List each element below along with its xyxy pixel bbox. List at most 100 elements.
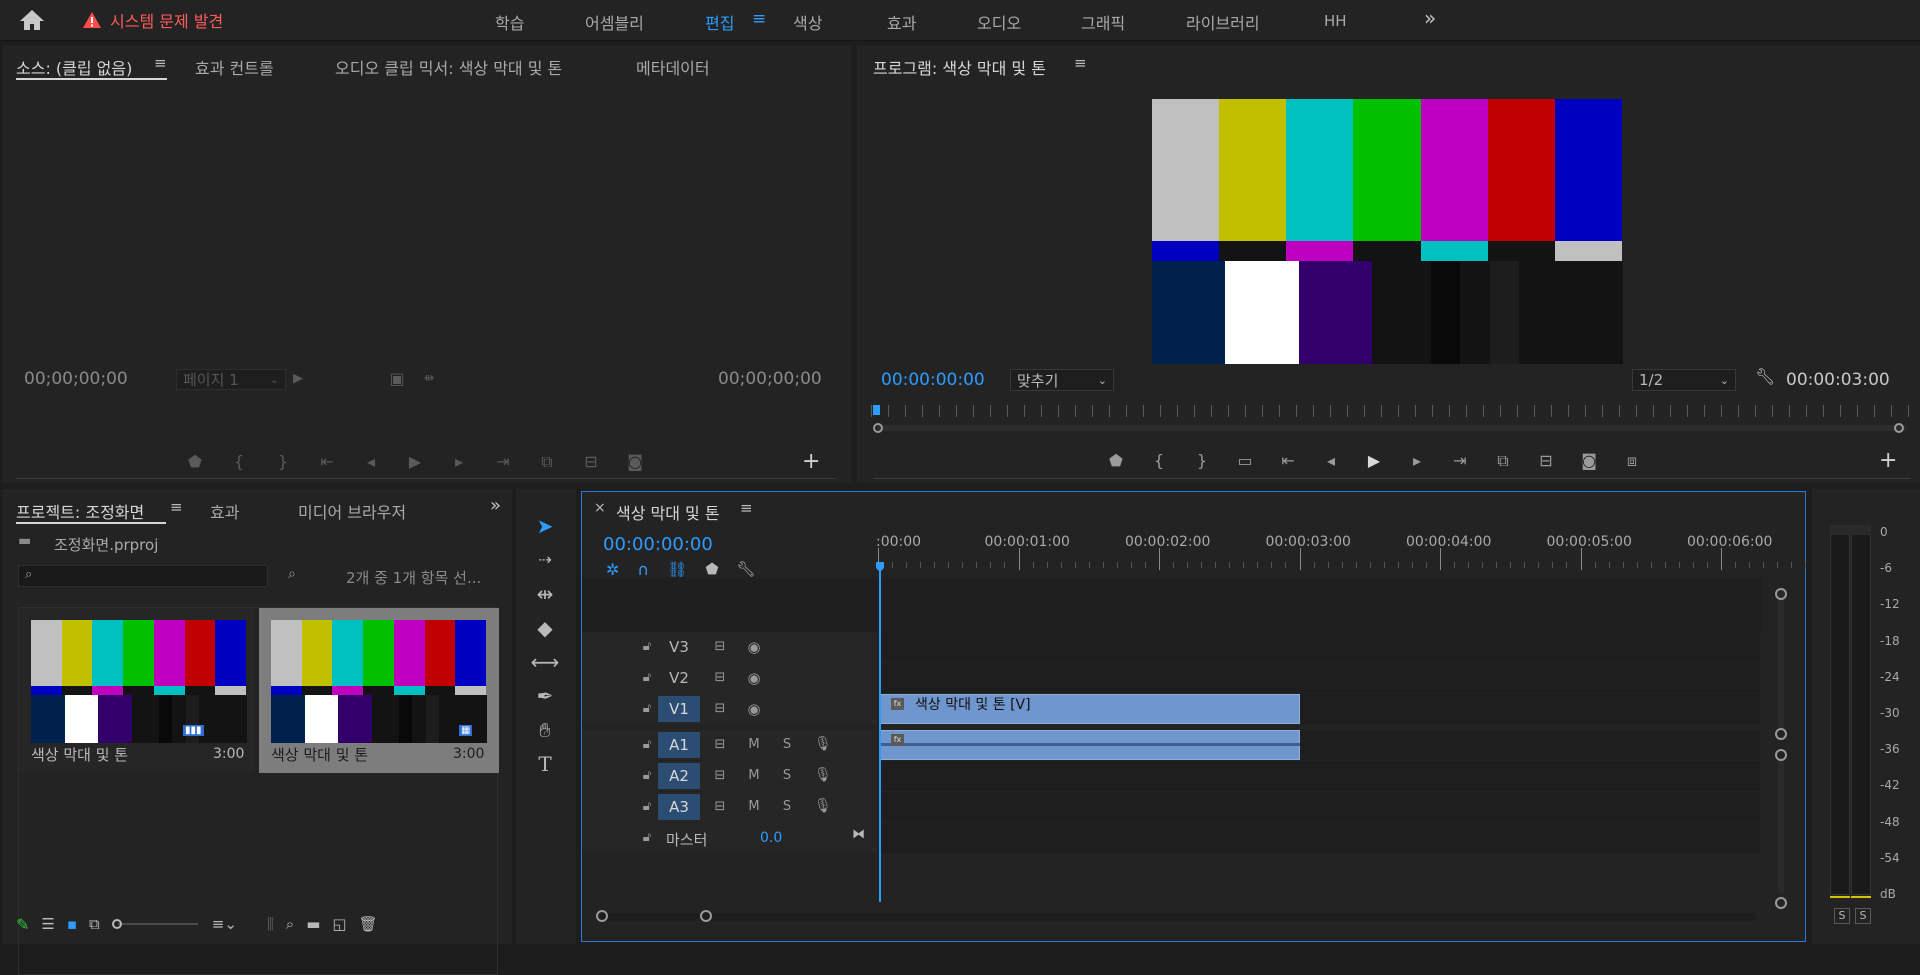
resolution-select[interactable]: 1/2 ⌄ xyxy=(1632,369,1736,391)
step-forward-icon[interactable]: ▸ xyxy=(1404,449,1430,473)
panel-menu-icon[interactable]: ≡ xyxy=(170,498,183,516)
program-zoom-bar[interactable] xyxy=(877,425,1907,431)
time-ruler[interactable]: :00:00 00:00:01:00 00:00:02:00 00:00:03:00 0… xyxy=(876,534,1863,570)
tab-effects[interactable]: 효과 xyxy=(210,499,239,523)
mark-out-icon[interactable]: } xyxy=(1189,449,1215,473)
automate-icon[interactable]: ⫼ xyxy=(267,915,274,933)
sync-lock-icon[interactable]: ⊟ xyxy=(712,799,728,814)
track-label-a2[interactable]: A2 xyxy=(658,763,700,789)
track-label-a1[interactable]: A1 xyxy=(658,732,700,758)
program-timecode-current[interactable]: 00:00:00:00 xyxy=(881,370,985,390)
workspace-tab-editing[interactable]: 편집 xyxy=(705,10,734,34)
sort-icon[interactable]: ≡⌄ xyxy=(212,915,237,933)
timeline-horizontal-scrollbar[interactable] xyxy=(600,913,1756,921)
panel-menu-icon[interactable]: ≡ xyxy=(154,54,167,72)
sync-lock-icon[interactable]: ⊟ xyxy=(712,737,728,752)
source-timecode-in[interactable]: 00;00;00;00 xyxy=(24,369,128,389)
workspace-tab-learn[interactable]: 학습 xyxy=(495,10,524,34)
mark-out-icon[interactable]: } xyxy=(270,450,296,474)
eye-icon[interactable]: ◉ xyxy=(746,700,762,718)
scroll-handle-right[interactable] xyxy=(700,910,712,922)
project-search-field[interactable]: ⌕ xyxy=(18,565,268,587)
project-item[interactable]: ▮▮▮ 색상 막대 및 톤 3:00 xyxy=(19,608,254,773)
workspace-tab-assembly[interactable]: 어셈블리 xyxy=(585,10,644,34)
export-frame-icon[interactable]: ◙ xyxy=(1576,449,1602,473)
step-back-icon[interactable]: ◂ xyxy=(1318,449,1344,473)
step-back-icon[interactable]: ◂ xyxy=(358,450,384,474)
track-lane[interactable] xyxy=(880,663,1760,693)
video-vertical-scrollbar[interactable] xyxy=(1778,590,1784,730)
icon-view-icon[interactable]: ▪ xyxy=(67,915,77,933)
workspace-tab-libraries[interactable]: 라이브러리 xyxy=(1186,10,1260,34)
lock-icon[interactable]: 🔓︎ xyxy=(640,670,654,685)
workspace-tab-hh[interactable]: HH xyxy=(1324,12,1347,30)
extract-icon[interactable]: ⊟ xyxy=(1533,449,1559,473)
source-settings-icon[interactable]: ▣ xyxy=(384,367,410,391)
workspace-menu-icon[interactable]: ≡ xyxy=(752,9,766,29)
zoom-handle-right[interactable] xyxy=(1894,423,1904,433)
new-bin-icon[interactable]: ▬ xyxy=(306,915,320,933)
add-button-icon[interactable]: + xyxy=(1879,448,1897,473)
wrench-icon[interactable]: 🔧︎ xyxy=(1755,367,1775,386)
tab-audio-clip-mixer[interactable]: 오디오 클립 믹서: 색상 막대 및 톤 xyxy=(335,55,562,79)
audio-scroll-handle-bottom[interactable] xyxy=(1775,897,1787,909)
ripple-edit-tool-icon[interactable]: ⇹ xyxy=(530,579,560,609)
sequence-tab[interactable]: 색상 막대 및 톤 xyxy=(616,500,720,524)
solo-button[interactable]: S xyxy=(779,768,795,783)
master-volume-value[interactable]: 0.0 xyxy=(760,830,782,846)
panel-overflow-icon[interactable]: » xyxy=(490,495,501,516)
track-label-v3[interactable]: V3 xyxy=(658,634,700,660)
track-label-v2[interactable]: V2 xyxy=(658,665,700,691)
thumbnail-zoom-slider[interactable] xyxy=(111,919,200,929)
lift-icon[interactable]: ⧉ xyxy=(1490,449,1516,473)
lock-icon[interactable]: 🔓︎ xyxy=(640,701,654,716)
comparison-view-icon[interactable]: ⧈ xyxy=(1619,449,1645,473)
step-forward-icon[interactable]: ▸ xyxy=(446,450,472,474)
tab-project[interactable]: 프로젝트: 조정화면 xyxy=(16,499,144,523)
sync-lock-icon[interactable]: ⊟ xyxy=(712,701,728,716)
add-button-icon[interactable]: + xyxy=(802,449,820,474)
freeform-view-icon[interactable]: ⧉ xyxy=(89,915,100,933)
scroll-handle-left[interactable] xyxy=(596,910,608,922)
lock-icon[interactable]: 🔓︎ xyxy=(640,639,654,654)
video-scroll-handle-bottom[interactable] xyxy=(1775,728,1787,740)
lock-icon[interactable]: 🔓︎ xyxy=(640,799,654,814)
insert-icon[interactable]: ⧉ xyxy=(534,450,560,474)
go-to-in-icon[interactable]: ⇤ xyxy=(314,450,340,474)
track-lane[interactable] xyxy=(880,761,1760,791)
project-item-selected[interactable]: ▦ 색상 막대 및 톤 3:00 xyxy=(259,608,499,773)
solo-left-button[interactable]: S xyxy=(1834,908,1850,924)
eye-icon[interactable]: ◉ xyxy=(746,638,762,656)
track-lane[interactable] xyxy=(880,792,1760,822)
zoom-fit-select[interactable]: 맞추기 ⌄ xyxy=(1010,369,1114,391)
tab-metadata[interactable]: 메타데이터 xyxy=(636,55,710,79)
export-frame-icon[interactable]: ◙ xyxy=(622,450,648,474)
lock-icon[interactable]: 🔓︎ xyxy=(640,830,654,845)
find-icon[interactable]: ⌕ xyxy=(286,915,294,933)
pen-tool-icon[interactable]: ✒ xyxy=(530,681,560,711)
play-icon[interactable]: ▶ xyxy=(1361,449,1387,473)
microphone-icon[interactable]: 🎙︎ xyxy=(814,798,832,814)
timeline-timecode[interactable]: 00:00:00:00 xyxy=(603,534,713,555)
eye-icon[interactable]: ◉ xyxy=(746,669,762,687)
pencil-icon[interactable]: ✎ xyxy=(16,915,29,934)
safe-margins-icon[interactable]: ▭ xyxy=(1232,449,1258,473)
play-arrow-icon[interactable]: ▶ xyxy=(285,367,311,391)
source-page-select[interactable]: 페이지 1 ⌄ xyxy=(176,369,286,390)
selection-tool-icon[interactable]: ➤ xyxy=(530,511,560,541)
mute-button[interactable]: M xyxy=(746,737,762,752)
microphone-icon[interactable]: 🎙︎ xyxy=(814,767,832,783)
workspace-tab-graphics[interactable]: 그래픽 xyxy=(1081,10,1125,34)
sync-lock-icon[interactable]: ⊟ xyxy=(712,639,728,654)
solo-button[interactable]: S xyxy=(779,799,795,814)
list-view-icon[interactable]: ☰ xyxy=(41,915,54,933)
zoom-handle-left[interactable] xyxy=(873,423,883,433)
mute-button[interactable]: M xyxy=(746,799,762,814)
workspace-overflow-icon[interactable]: » xyxy=(1424,6,1436,30)
track-label-v1[interactable]: V1 xyxy=(658,696,700,722)
new-item-icon[interactable]: ◱ xyxy=(332,915,346,933)
slip-tool-icon[interactable]: ⟷ xyxy=(530,647,560,677)
track-label-a3[interactable]: A3 xyxy=(658,794,700,820)
workspace-tab-effects[interactable]: 효과 xyxy=(887,10,916,34)
marker-icon[interactable]: ⬟ xyxy=(1103,449,1129,473)
